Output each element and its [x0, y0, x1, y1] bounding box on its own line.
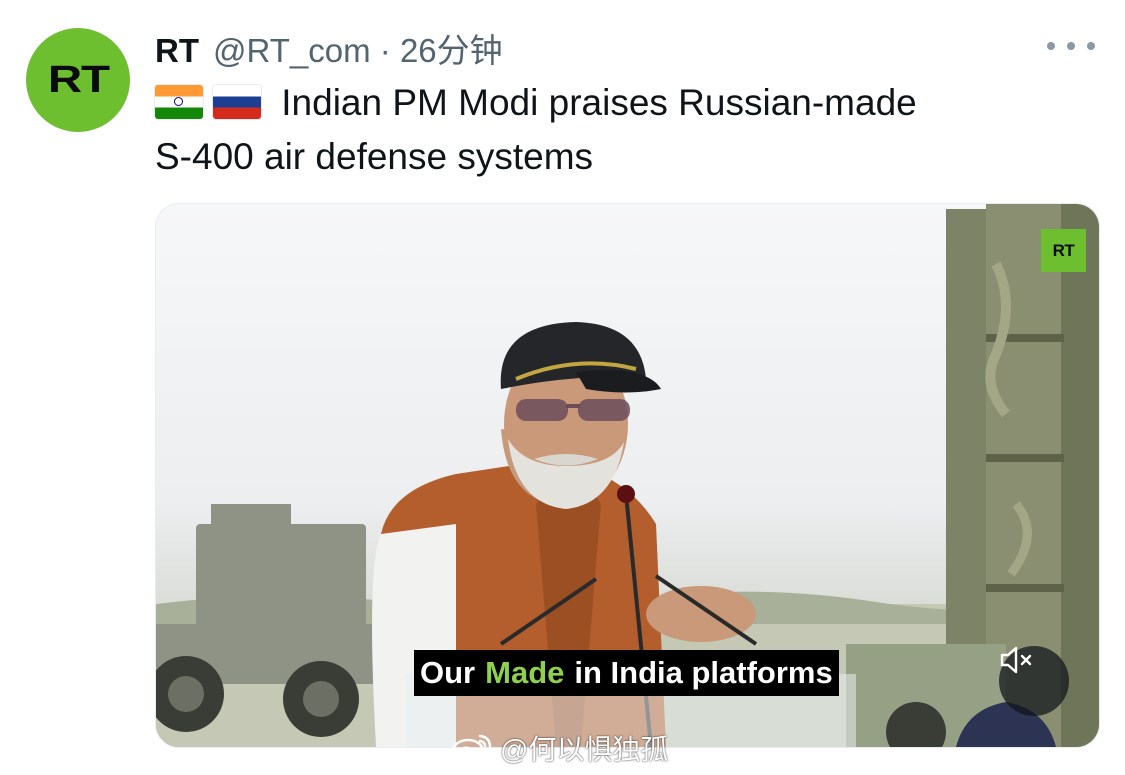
channel-logo: RT — [1041, 229, 1086, 272]
weibo-watermark: @何以惧独孤 — [450, 728, 668, 768]
tweet-text-line2: S-400 air defense systems — [155, 136, 594, 177]
user-handle[interactable]: @RT_com · 26分钟 — [213, 24, 503, 72]
rt-logo: RT — [47, 58, 110, 101]
tweet-header: RT @RT_com · 26分钟 — [155, 24, 503, 72]
video-subtitle: Our Made in India platforms — [414, 650, 839, 696]
weibo-icon — [451, 734, 492, 764]
more-options-icon[interactable] — [1047, 34, 1095, 58]
more-dot — [1047, 42, 1055, 50]
timestamp: 26分钟 — [399, 32, 503, 69]
tweet-text-line1: Indian PM Modi praises Russian-made — [281, 82, 917, 123]
avatar[interactable]: RT — [26, 28, 130, 132]
display-name[interactable]: RT — [155, 32, 199, 70]
speaker-muted-icon — [1000, 646, 1032, 674]
india-flag-icon — [155, 85, 203, 119]
watermark-text: @何以惧独孤 — [500, 734, 669, 765]
tweet-text: Indian PM Modi praises Russian-made S-40… — [155, 76, 1065, 184]
subtitle-rest: in India platforms — [574, 655, 833, 690]
handle-text: @RT_com — [213, 32, 371, 69]
subtitle-highlight: Made — [485, 655, 565, 690]
mute-button[interactable] — [999, 646, 1069, 716]
channel-logo-text: RT — [1052, 240, 1075, 260]
russia-flag-icon — [213, 85, 261, 119]
more-dot — [1067, 42, 1075, 50]
video-player[interactable]: RT Our Made in India platforms — [155, 203, 1100, 748]
more-dot — [1087, 42, 1095, 50]
separator: · — [379, 32, 391, 69]
subtitle-word: Our — [420, 655, 476, 690]
